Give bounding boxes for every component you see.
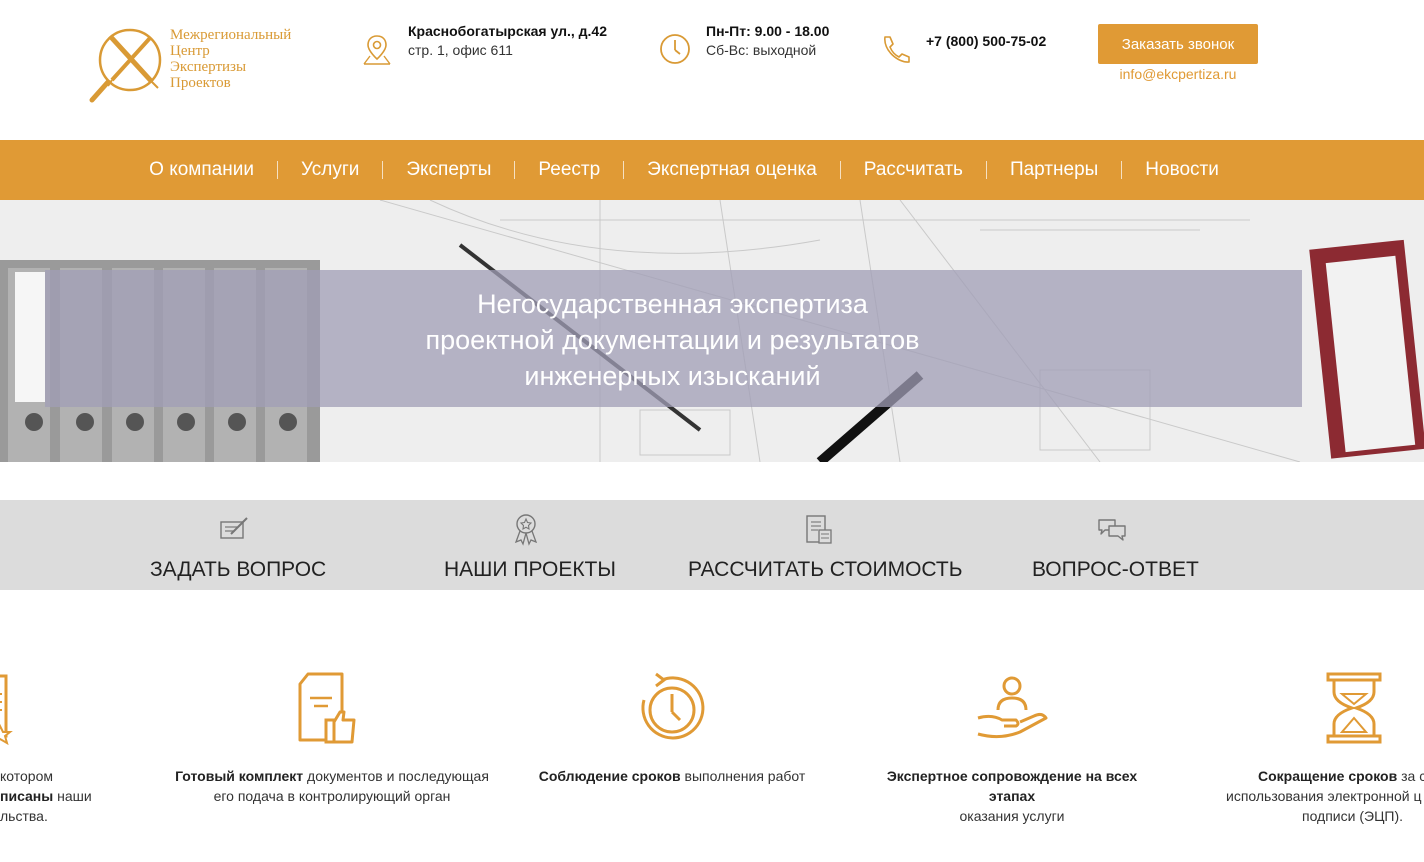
feature-highlight: Готовый комплект <box>175 768 304 784</box>
hero-heading-line: инженерных изысканий <box>524 361 821 391</box>
feature-text-line: использования электронной ц <box>1226 788 1422 804</box>
feature-text: Готовый комплект документов и последующа… <box>172 766 492 806</box>
nav-item-expert-assessment[interactable]: Экспертная оценка <box>624 159 840 181</box>
phone-icon <box>884 36 910 63</box>
hourglass-icon <box>1326 672 1382 744</box>
feature-text-line: за с <box>1397 768 1424 784</box>
feature-text-line: подписи (ЭЦП). <box>1302 808 1404 824</box>
hours-weekend: Сб-Вс: выходной <box>706 42 817 58</box>
logo-magnifier-icon <box>89 28 162 103</box>
logo-text: Межрегиональный Центр Экспертизы Проекто… <box>170 27 291 91</box>
map-pin-icon <box>363 35 391 65</box>
address-office: стр. 1, офис 611 <box>408 42 513 58</box>
clock-icon <box>660 34 690 64</box>
nav-item-experts[interactable]: Эксперты <box>383 159 514 181</box>
address-street: Краснобогатырская ул., д.42 <box>408 23 608 39</box>
feature-highlight: Экспертное сопровождение на всех этапах <box>886 768 1138 804</box>
hero-banner: Негосударственная экспертиза проектной д… <box>0 200 1424 462</box>
quick-link-label: ЗАДАТЬ ВОПРОС <box>150 558 327 581</box>
deadline-clock-icon <box>641 672 705 740</box>
address-block: Краснобогатырская ул., д.42 стр. 1, офис… <box>360 22 607 66</box>
phone-block[interactable]: +7 (800) 500-75-02 <box>878 32 1046 66</box>
feature-item: Соблюдение сроков выполнения работ <box>512 670 832 786</box>
logo-line: Проектов <box>170 75 231 91</box>
feature-text: Соблюдение сроков выполнения работ <box>512 766 832 786</box>
feature-item: котором писаны наши льства. <box>0 670 200 826</box>
logo[interactable]: Межрегиональный Центр Экспертизы Проекто… <box>88 22 298 104</box>
main-nav: О компании Услуги Эксперты Реестр Экспер… <box>0 140 1424 200</box>
feature-highlight: писаны <box>0 788 54 804</box>
quick-link-ask-question[interactable]: ЗАДАТЬ ВОПРОС <box>140 500 330 590</box>
award-icon <box>514 514 538 546</box>
feature-text: Сокращение сроков за с использования эле… <box>1192 766 1424 826</box>
quick-link-label: ВОПРОС-ОТВЕТ <box>1032 558 1199 581</box>
feature-highlight: Соблюдение сроков <box>538 768 681 784</box>
chat-bubbles-icon <box>1098 519 1126 541</box>
nav-item-partners[interactable]: Партнеры <box>987 159 1121 181</box>
logo-line: Экспертизы <box>170 59 247 75</box>
feature-highlight: Сокращение сроков <box>1258 768 1398 784</box>
hero-spacer <box>0 462 1424 500</box>
quick-link-calculate-cost[interactable]: РАССЧИТАТЬ СТОИМОСТЬ <box>680 500 963 590</box>
nav-item-calculate[interactable]: Рассчитать <box>841 159 986 181</box>
feature-text-line: оказания услуги <box>959 808 1065 824</box>
hours-weekdays: Пн-Пт: 9.00 - 18.00 <box>706 23 830 39</box>
nav-item-registry[interactable]: Реестр <box>515 159 623 181</box>
calculator-document-icon <box>806 515 832 544</box>
feature-text-line: льства. <box>0 808 48 824</box>
quick-link-label: РАССЧИТАТЬ СТОИМОСТЬ <box>688 558 963 581</box>
feature-text-line: котором <box>0 768 53 784</box>
site-header: Межрегиональный Центр Экспертизы Проекто… <box>0 0 1424 140</box>
logo-line: Межрегиональный <box>170 27 292 43</box>
hero-heading-line: Негосударственная экспертиза <box>477 289 868 319</box>
callback-button[interactable]: Заказать звонок <box>1098 24 1258 64</box>
nav-item-services[interactable]: Услуги <box>278 159 382 181</box>
person-in-hand-icon <box>977 676 1048 739</box>
feature-text-line: выполнения работ <box>680 768 806 784</box>
document-thumbs-up-icon <box>298 672 356 744</box>
hero-heading-line: проектной документации и результатов <box>425 325 920 355</box>
logo-line: Центр <box>170 43 210 59</box>
hours-block: Пн-Пт: 9.00 - 18.00 Сб-Вс: выходной <box>658 22 829 66</box>
phone-number[interactable]: +7 (800) 500-75-02 <box>926 32 1046 50</box>
nav-item-news[interactable]: Новости <box>1122 159 1242 181</box>
hero-heading: Негосударственная экспертиза проектной д… <box>300 286 1045 394</box>
quick-link-faq[interactable]: ВОПРОС-ОТВЕТ <box>1022 500 1202 590</box>
quick-links-bar: ЗАДАТЬ ВОПРОС НАШИ ПРОЕКТЫ РАССЧИТАТЬ СТ… <box>0 500 1424 590</box>
feature-item: Экспертное сопровождение на всех этапах … <box>852 670 1172 826</box>
quick-link-label: НАШИ ПРОЕКТЫ <box>444 558 616 581</box>
feature-item: Сокращение сроков за с использования эле… <box>1192 670 1424 826</box>
feature-text: Экспертное сопровождение на всех этапах … <box>852 766 1172 826</box>
pencil-letter-icon <box>220 517 248 539</box>
feature-text-line: наши <box>53 788 92 804</box>
email-link[interactable]: info@ekcpertiza.ru <box>1098 66 1258 82</box>
nav-item-about[interactable]: О компании <box>126 159 277 181</box>
quick-link-our-projects[interactable]: НАШИ ПРОЕКТЫ <box>434 500 619 590</box>
feature-text: котором писаны наши льства. <box>0 766 200 826</box>
feature-item: Готовый комплект документов и последующа… <box>172 670 492 806</box>
signed-document-icon <box>0 674 13 746</box>
